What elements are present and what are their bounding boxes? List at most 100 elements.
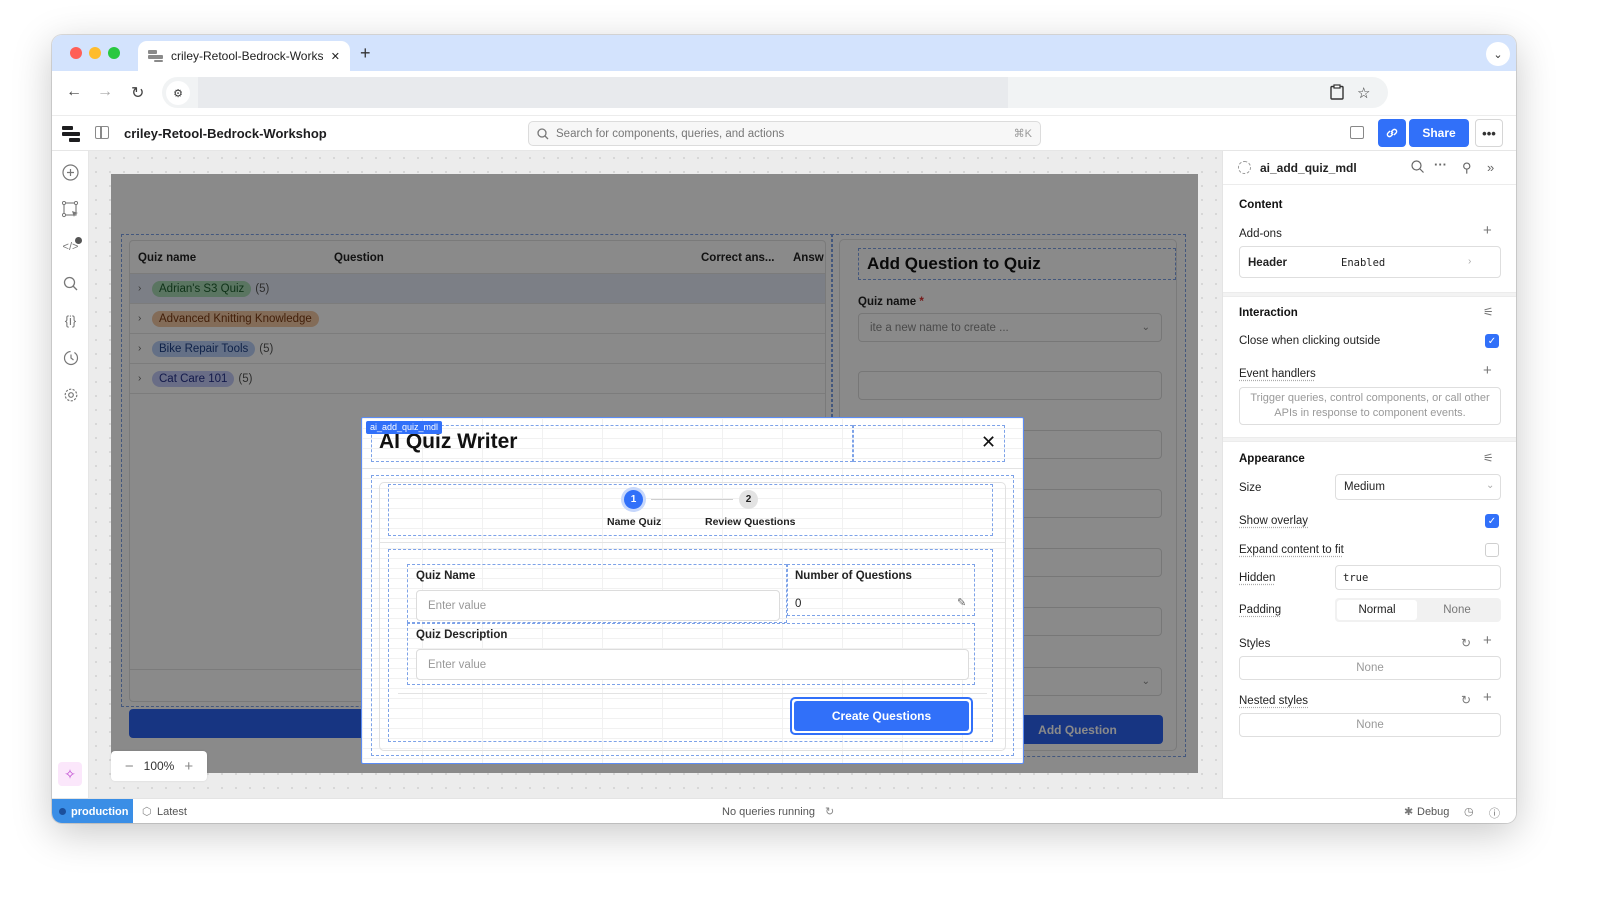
ai-assist-sparkle-icon[interactable]: ✧ xyxy=(58,762,82,786)
retool-logo-icon[interactable] xyxy=(62,126,80,142)
header-addon-row[interactable]: Header Enabled › xyxy=(1239,246,1501,278)
search-shortcut: ⌘K xyxy=(1013,128,1032,140)
search-input[interactable]: Search for components, queries, and acti… xyxy=(528,121,1041,146)
step-2-indicator[interactable]: 2 xyxy=(739,490,758,509)
chevron-down-icon: ⌄ xyxy=(1486,480,1495,491)
site-settings-icon[interactable]: ⚙ xyxy=(166,81,190,105)
section-settings-icon[interactable]: ⚟ xyxy=(1483,451,1494,465)
edit-pencil-icon[interactable]: ✎ xyxy=(957,596,966,609)
padding-option-none[interactable]: None xyxy=(1417,600,1497,620)
browser-tab[interactable]: criley-Retool-Bedrock-Works ✕ xyxy=(138,41,350,71)
step-connector xyxy=(651,499,733,500)
padding-option-normal[interactable]: Normal xyxy=(1337,600,1417,620)
tab-menu-chevron-icon[interactable]: ⌄ xyxy=(1486,42,1510,66)
section-divider xyxy=(1223,292,1516,297)
size-label: Size xyxy=(1239,482,1262,494)
help-icon[interactable]: ⓘ xyxy=(1489,805,1500,821)
clipboard-icon[interactable] xyxy=(1330,84,1344,104)
environment-badge[interactable]: production xyxy=(52,799,133,823)
toggle-sidebar-icon[interactable] xyxy=(95,126,109,139)
close-outside-label: Close when clicking outside xyxy=(1239,335,1381,347)
more-options-button[interactable]: ••• xyxy=(1475,119,1503,147)
state-variables-icon[interactable]: {i} xyxy=(61,311,80,330)
add-addon-plus-icon[interactable]: + xyxy=(1483,222,1492,239)
number-of-questions-value[interactable]: 0 xyxy=(795,598,801,610)
tab-title: criley-Retool-Bedrock-Works xyxy=(171,49,323,63)
settings-gear-icon[interactable] xyxy=(61,385,80,404)
header-addon-label: Header xyxy=(1248,257,1287,269)
quiz-description-input[interactable]: Enter value xyxy=(416,649,969,680)
search-icon[interactable] xyxy=(1411,160,1424,176)
tab-close-icon[interactable]: ✕ xyxy=(331,50,340,63)
add-nested-style-plus-icon[interactable]: + xyxy=(1483,689,1492,706)
add-event-handler-plus-icon[interactable]: + xyxy=(1483,362,1492,379)
section-settings-icon[interactable]: ⚟ xyxy=(1483,305,1494,319)
bookmark-star-icon[interactable]: ☆ xyxy=(1357,84,1370,102)
header-addon-value: Enabled xyxy=(1341,257,1386,269)
number-of-questions-label: Number of Questions xyxy=(795,570,912,582)
copy-link-button[interactable] xyxy=(1378,119,1406,147)
size-select[interactable]: Medium ⌄ xyxy=(1335,474,1501,500)
share-button[interactable]: Share xyxy=(1409,119,1469,147)
close-window-button[interactable] xyxy=(70,47,82,59)
add-style-plus-icon[interactable]: + xyxy=(1483,632,1492,649)
nested-styles-value[interactable]: None xyxy=(1239,713,1501,737)
stepper xyxy=(388,484,993,536)
addons-label: Add-ons xyxy=(1239,228,1282,240)
styles-value[interactable]: None xyxy=(1239,656,1501,680)
app-title: criley-Retool-Bedrock-Workshop xyxy=(124,126,327,141)
step-1-label[interactable]: Name Quiz xyxy=(607,516,661,528)
add-component-icon[interactable] xyxy=(61,163,80,182)
step-2-label[interactable]: Review Questions xyxy=(705,516,795,528)
editor-canvas: Quiz name Question Correct ans... Answ ›… xyxy=(89,151,1222,798)
styles-label: Styles xyxy=(1239,638,1271,650)
reset-styles-icon[interactable]: ↻ xyxy=(1461,636,1471,650)
history-icon[interactable] xyxy=(61,348,80,367)
hidden-input[interactable]: true xyxy=(1335,565,1501,590)
forward-arrow-icon[interactable]: → xyxy=(97,83,113,101)
more-icon[interactable]: ··· xyxy=(1434,157,1447,172)
zoom-out-button[interactable]: − xyxy=(125,758,134,775)
show-overlay-checkbox[interactable]: ✓ xyxy=(1485,514,1499,528)
component-name[interactable]: ai_add_quiz_mdl xyxy=(1260,161,1357,175)
collapse-panel-icon[interactable]: » xyxy=(1487,160,1494,175)
debug-button[interactable]: Debug xyxy=(1417,806,1449,818)
zoom-in-button[interactable]: + xyxy=(184,758,193,775)
content-section-title: Content xyxy=(1239,199,1283,211)
divider xyxy=(362,468,1023,469)
refresh-icon[interactable]: ↻ xyxy=(825,805,834,818)
preview-app-icon[interactable] xyxy=(1350,126,1364,139)
address-bar-url[interactable] xyxy=(198,77,1008,108)
close-outside-checkbox[interactable]: ✓ xyxy=(1485,334,1499,348)
modal-component-icon xyxy=(1238,161,1251,174)
tag-icon: ⬡ xyxy=(142,806,152,818)
history-icon[interactable]: ◷ xyxy=(1464,805,1474,818)
back-arrow-icon[interactable]: ← xyxy=(66,83,82,101)
search-placeholder: Search for components, queries, and acti… xyxy=(556,127,785,140)
maximize-window-button[interactable] xyxy=(108,47,120,59)
zoom-control: − 100% + xyxy=(111,751,207,781)
inspector-header: ai_add_quiz_mdl ··· ⚲ » xyxy=(1223,151,1516,185)
quiz-name-input[interactable]: Enter value xyxy=(416,590,780,621)
retool-favicon-icon xyxy=(148,50,163,62)
tab-strip: criley-Retool-Bedrock-Works ✕ + ⌄ xyxy=(52,35,1516,71)
show-overlay-label: Show overlay xyxy=(1239,515,1309,527)
close-icon[interactable]: ✕ xyxy=(981,432,996,453)
search-icon[interactable] xyxy=(61,274,80,293)
address-bar[interactable]: ⚙ ☆ xyxy=(162,77,1388,108)
hidden-label: Hidden xyxy=(1239,572,1276,584)
step-1-indicator[interactable]: 1 xyxy=(624,490,643,509)
code-icon[interactable]: </> xyxy=(61,237,82,256)
reset-nested-styles-icon[interactable]: ↻ xyxy=(1461,693,1471,707)
create-questions-button[interactable]: Create Questions xyxy=(794,701,969,731)
reload-icon[interactable]: ↻ xyxy=(131,83,144,103)
pin-icon[interactable]: ⚲ xyxy=(1462,160,1472,176)
version-label[interactable]: Latest xyxy=(157,806,187,818)
nested-styles-label: Nested styles xyxy=(1239,695,1309,707)
event-handlers-empty[interactable]: Trigger queries, control components, or … xyxy=(1239,387,1501,425)
component-tree-icon[interactable] xyxy=(61,200,80,219)
component-name-badge: ai_add_quiz_mdl xyxy=(366,421,443,434)
expand-content-checkbox[interactable] xyxy=(1485,543,1499,557)
minimize-window-button[interactable] xyxy=(89,47,101,59)
new-tab-button[interactable]: + xyxy=(360,43,371,64)
